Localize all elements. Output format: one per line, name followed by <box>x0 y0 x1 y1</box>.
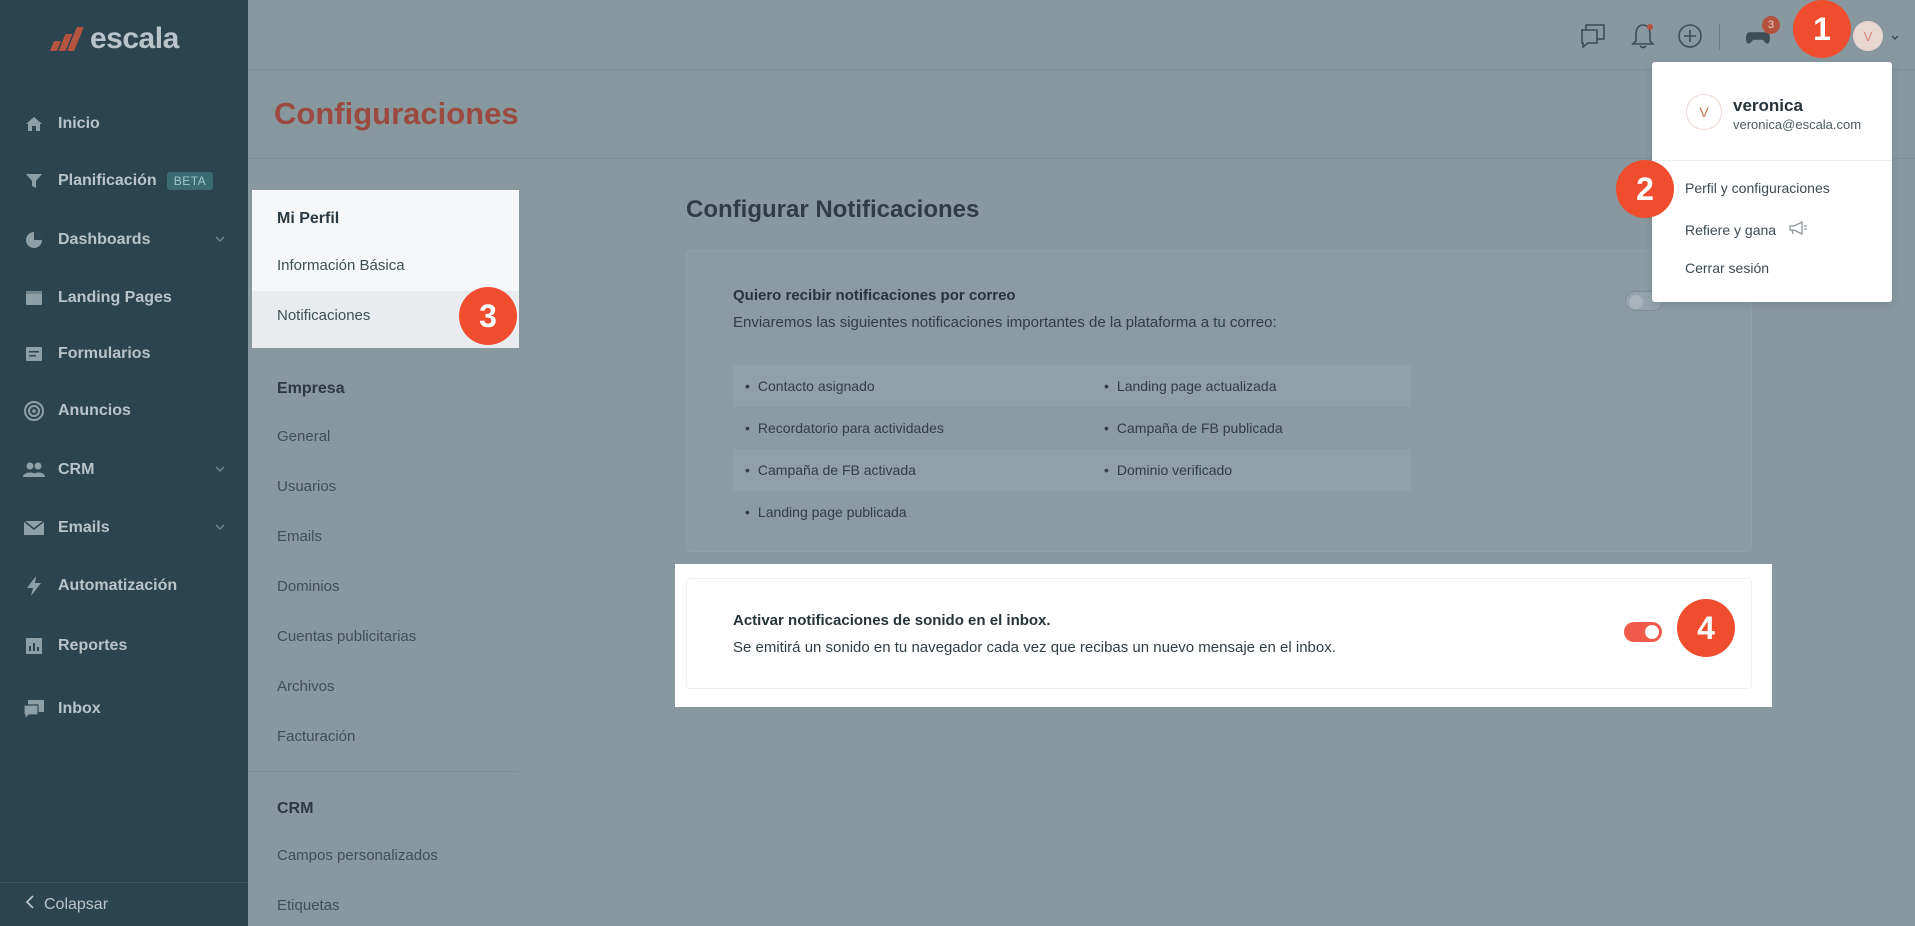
user-menu-dropdown: V veronica veronica@escala.com Perfil y … <box>1652 62 1892 302</box>
sidebar-item-label: Reportes <box>58 637 128 654</box>
chevron-down-icon <box>214 232 226 250</box>
form-icon <box>22 342 46 366</box>
settings-item-emails[interactable]: Emails <box>277 528 322 545</box>
chat-icon <box>22 697 46 721</box>
sound-card-title: Activar notificaciones de sonido en el i… <box>733 612 1051 629</box>
user-avatar: V <box>1686 94 1722 130</box>
home-icon <box>22 112 46 136</box>
beta-badge: BETA <box>166 172 214 190</box>
section-title: Configurar Notificaciones <box>686 196 980 223</box>
mail-icon <box>22 516 46 540</box>
chevron-down-icon <box>214 462 226 480</box>
list-item: Landing page publicada <box>733 491 1411 533</box>
settings-divider <box>248 771 518 772</box>
sound-notifications-card: Activar notificaciones de sonido en el i… <box>686 578 1752 689</box>
collapse-button[interactable]: Colapsar <box>0 882 248 926</box>
gamepad-icon[interactable]: 3 <box>1744 16 1780 50</box>
sidebar-item-inicio[interactable]: Inicio <box>0 106 248 142</box>
sidebar-item-automatizacion[interactable]: Automatización <box>0 568 248 604</box>
sidebar-item-label: Emails <box>58 519 110 536</box>
settings-item-dominios[interactable]: Dominios <box>277 578 340 595</box>
sound-notifications-highlight: Activar notificaciones de sonido en el i… <box>675 564 1772 707</box>
settings-item-archivos[interactable]: Archivos <box>277 678 335 695</box>
menu-item-refiere-y-gana[interactable]: Refiere y gana <box>1685 220 1808 239</box>
lightning-icon <box>22 574 46 598</box>
user-email: veronica@escala.com <box>1733 117 1862 132</box>
landing-page-icon <box>22 286 46 310</box>
sidebar-item-crm[interactable]: CRM <box>0 452 248 488</box>
step-marker-4: 4 <box>1677 599 1735 657</box>
sidebar-item-label: Inbox <box>58 700 101 717</box>
sidebar-item-label: Dashboards <box>58 231 151 248</box>
list-item: Campaña de FB activada Dominio verificad… <box>733 449 1411 491</box>
target-icon <box>22 399 46 423</box>
sidebar-item-anuncios[interactable]: Anuncios <box>0 393 248 429</box>
settings-item-notificaciones[interactable]: Notificaciones <box>277 307 370 324</box>
settings-item-cuentas-publicitarias[interactable]: Cuentas publicitarias <box>277 628 416 645</box>
page-title: Configuraciones <box>274 96 519 131</box>
settings-item-general[interactable]: General <box>277 428 330 445</box>
sidebar-item-emails[interactable]: Emails <box>0 510 248 546</box>
menu-item-cerrar-sesion[interactable]: Cerrar sesión <box>1685 260 1769 276</box>
list-item: Contacto asignado Landing page actualiza… <box>733 365 1411 407</box>
email-notifications-card: Quiero recibir notificaciones por correo… <box>686 250 1752 552</box>
user-name: veronica <box>1733 96 1803 115</box>
notification-list: Contacto asignado Landing page actualiza… <box>733 365 1411 533</box>
chevron-down-icon <box>214 520 226 538</box>
avatar[interactable]: V <box>1853 21 1883 51</box>
sidebar-item-formularios[interactable]: Formularios <box>0 336 248 372</box>
settings-item-campos-personalizados[interactable]: Campos personalizados <box>277 847 438 864</box>
sidebar: escala Inicio Planificación BETA Dashboa… <box>0 0 248 926</box>
chevron-left-icon <box>24 895 36 914</box>
report-icon <box>22 634 46 658</box>
people-icon <box>22 458 46 482</box>
sidebar-item-label: Automatización <box>58 577 178 594</box>
menu-item-perfil-y-configuraciones[interactable]: Perfil y configuraciones <box>1685 180 1830 196</box>
sidebar-item-label: Anuncios <box>58 402 131 419</box>
pie-chart-icon <box>22 228 46 252</box>
menu-item-label: Refiere y gana <box>1685 221 1777 238</box>
logo-mark-icon <box>48 25 84 53</box>
toggle-knob <box>1645 625 1659 639</box>
sidebar-item-label: CRM <box>58 461 95 478</box>
settings-item-etiquetas[interactable]: Etiquetas <box>277 897 340 914</box>
sidebar-item-landing-pages[interactable]: Landing Pages <box>0 280 248 316</box>
filter-icon <box>22 169 46 193</box>
chevron-down-icon[interactable] <box>1890 30 1900 48</box>
topbar <box>248 0 1915 70</box>
sidebar-item-label: Landing Pages <box>58 289 172 306</box>
megaphone-icon <box>1788 220 1808 239</box>
escala-logo[interactable]: escala <box>48 22 179 56</box>
step-marker-2: 2 <box>1616 160 1674 218</box>
sound-card-description: Se emitirá un sonido en tu navegador cad… <box>733 639 1336 656</box>
step-marker-3: 3 <box>459 287 517 345</box>
notifications-badge: 3 <box>1762 16 1780 34</box>
email-card-title: Quiero recibir notificaciones por correo <box>733 287 1016 304</box>
settings-heading-empresa: Empresa <box>277 380 345 397</box>
topbar-divider <box>1719 24 1720 50</box>
list-item: Recordatorio para actividades Campaña de… <box>733 407 1411 449</box>
settings-item-facturacion[interactable]: Facturación <box>277 728 355 745</box>
email-card-description: Enviaremos las siguientes notificaciones… <box>733 314 1277 331</box>
toggle-knob <box>1629 295 1643 309</box>
sidebar-item-planificacion[interactable]: Planificación BETA <box>0 163 248 199</box>
sidebar-item-dashboards[interactable]: Dashboards <box>0 222 248 258</box>
settings-item-informacion-basica[interactable]: Información Básica <box>277 257 405 274</box>
sidebar-item-label: Formularios <box>58 345 151 362</box>
step-marker-1: 1 <box>1793 0 1851 58</box>
settings-heading-crm: CRM <box>277 800 314 817</box>
sound-notifications-toggle[interactable] <box>1624 622 1662 642</box>
menu-divider <box>1652 160 1892 161</box>
settings-heading-mi-perfil: Mi Perfil <box>277 210 340 227</box>
settings-item-usuarios[interactable]: Usuarios <box>277 478 336 495</box>
sidebar-item-reportes[interactable]: Reportes <box>0 628 248 664</box>
bell-icon[interactable] <box>1629 22 1657 50</box>
collapse-label: Colapsar <box>44 895 109 913</box>
add-icon[interactable] <box>1676 22 1704 50</box>
messages-icon[interactable] <box>1579 22 1607 50</box>
sidebar-item-label: Inicio <box>58 115 100 132</box>
sidebar-item-label: Planificación <box>58 172 157 189</box>
logo-text: escala <box>90 22 179 55</box>
sidebar-item-inbox[interactable]: Inbox <box>0 691 248 727</box>
